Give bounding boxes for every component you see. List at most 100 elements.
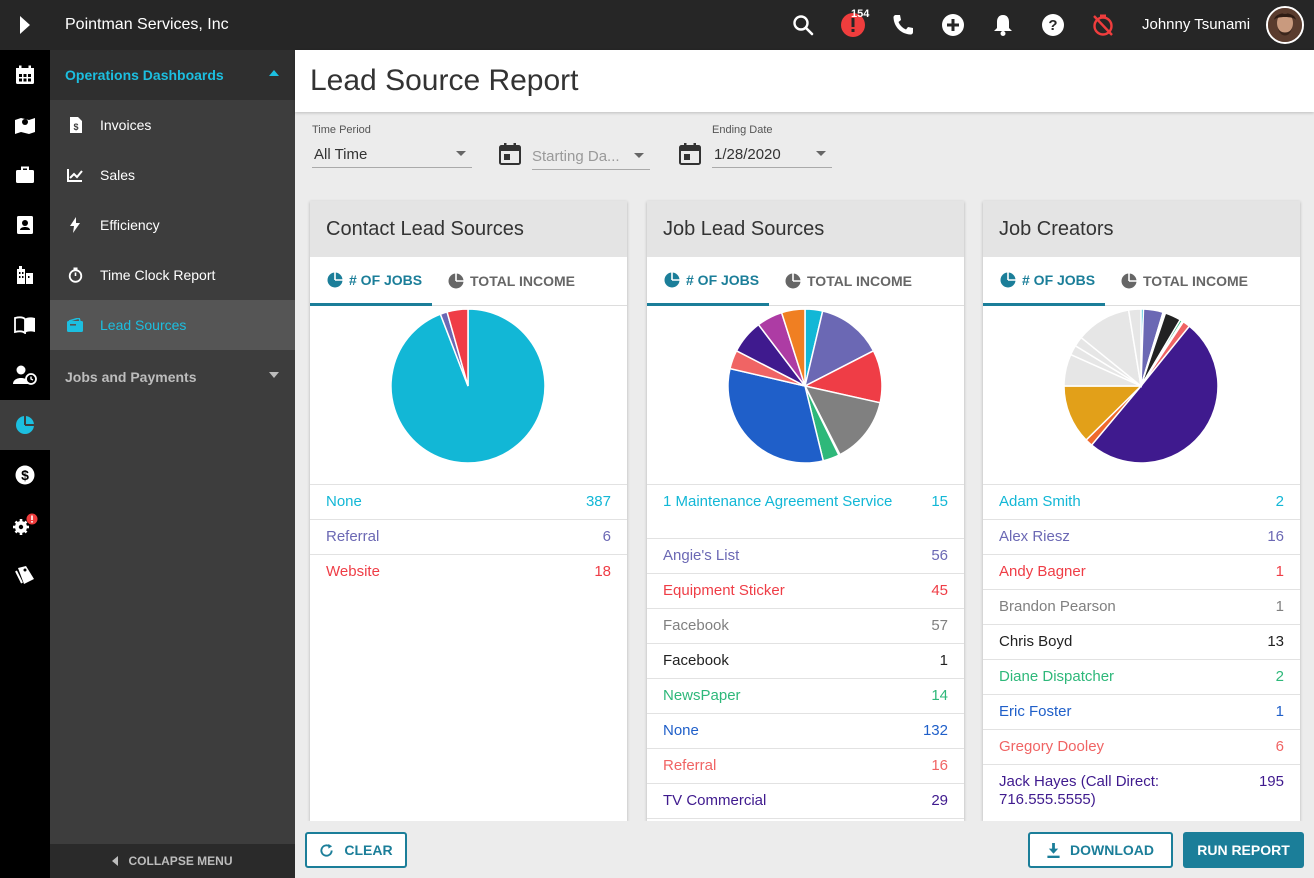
avatar[interactable] bbox=[1266, 6, 1304, 44]
list-item-value: 15 bbox=[931, 493, 948, 510]
tab-label: TOTAL INCOME bbox=[470, 273, 575, 289]
list-item[interactable]: Angie's List 56 bbox=[647, 538, 964, 573]
collapse-menu-button[interactable]: COLLAPSE MENU bbox=[50, 844, 295, 878]
start-date-calendar-icon[interactable] bbox=[498, 142, 522, 171]
list-item-value: 6 bbox=[602, 528, 611, 545]
tab-total-income[interactable]: TOTAL INCOME bbox=[448, 257, 575, 305]
list-item[interactable]: Alex Riesz 16 bbox=[983, 519, 1300, 554]
sidebar-item-lead-sources[interactable]: Lead Sources bbox=[50, 300, 295, 350]
rail-user-clock[interactable] bbox=[0, 350, 50, 400]
tab-number-of-jobs[interactable]: # OF JOBS bbox=[647, 257, 769, 306]
list-item-label: Gregory Dooley bbox=[999, 738, 1105, 755]
operations-dashboards-header[interactable]: Operations Dashboards bbox=[50, 50, 295, 100]
list-item[interactable]: Facebook 1 bbox=[647, 643, 964, 678]
list-item[interactable]: Brandon Pearson 1 bbox=[983, 589, 1300, 624]
rail-map[interactable] bbox=[0, 100, 50, 150]
plus-icon[interactable] bbox=[938, 10, 968, 40]
card-tabs: # OF JOBS TOTAL INCOME bbox=[647, 257, 964, 306]
lead-icon bbox=[66, 315, 84, 335]
clear-button[interactable]: CLEAR bbox=[305, 832, 407, 868]
run-report-button[interactable]: RUN REPORT bbox=[1183, 832, 1304, 868]
list-item[interactable]: Gregory Dooley 6 bbox=[983, 729, 1300, 764]
list-item[interactable]: Adam Smith 2 bbox=[983, 484, 1300, 519]
phone-icon[interactable] bbox=[888, 10, 918, 40]
action-bar: CLEAR DOWNLOAD RUN REPORT bbox=[295, 821, 1314, 878]
pie-chart-icon bbox=[327, 272, 343, 288]
rail-settings[interactable] bbox=[0, 500, 50, 550]
sidebar-item-sales[interactable]: Sales bbox=[50, 150, 295, 200]
tab-label: # OF JOBS bbox=[1022, 272, 1096, 288]
dropdown-arrow-icon bbox=[816, 151, 826, 156]
list-item-value: 195 bbox=[1258, 773, 1284, 790]
list-item[interactable]: Diane Dispatcher 2 bbox=[983, 659, 1300, 694]
tab-total-income[interactable]: TOTAL INCOME bbox=[785, 257, 912, 305]
stopwatch-off-icon[interactable] bbox=[1088, 10, 1118, 40]
rail-briefcase[interactable] bbox=[0, 150, 50, 200]
sidebar-item-label: Time Clock Report bbox=[100, 267, 216, 283]
tab-label: TOTAL INCOME bbox=[1143, 273, 1248, 289]
list-item[interactable]: 1 Maintenance Agreement Service 15 bbox=[647, 484, 964, 538]
help-icon[interactable]: ? bbox=[1038, 10, 1068, 40]
dropdown-arrow-icon bbox=[456, 151, 466, 156]
list-item[interactable]: None 387 bbox=[310, 484, 627, 519]
dropdown-arrow-icon bbox=[634, 153, 644, 158]
list-item[interactable]: Referral 16 bbox=[647, 748, 964, 783]
rail-calendar[interactable] bbox=[0, 50, 50, 100]
list-item[interactable]: Eric Foster 1 bbox=[983, 694, 1300, 729]
page-title: Lead Source Report bbox=[310, 64, 579, 97]
sidebar-item-label: Lead Sources bbox=[100, 317, 187, 333]
rail-contacts[interactable] bbox=[0, 200, 50, 250]
list-item-label: Diane Dispatcher bbox=[999, 668, 1115, 685]
user-name[interactable]: Johnny Tsunami bbox=[1142, 0, 1250, 50]
list-item[interactable]: Referral 6 bbox=[310, 519, 627, 554]
rail-book[interactable] bbox=[0, 300, 50, 350]
starting-date-select[interactable]: Starting Da... bbox=[532, 146, 650, 170]
list-item-label: None bbox=[326, 493, 362, 510]
sidebar-item-efficiency[interactable]: Efficiency bbox=[50, 200, 295, 250]
bell-icon[interactable] bbox=[988, 10, 1018, 40]
list-item[interactable]: Equipment Sticker 45 bbox=[647, 573, 964, 608]
collapse-menu-label: COLLAPSE MENU bbox=[128, 854, 233, 868]
list-item-value: 132 bbox=[922, 722, 948, 739]
card-tabs: # OF JOBS TOTAL INCOME bbox=[983, 257, 1300, 306]
tab-total-income[interactable]: TOTAL INCOME bbox=[1121, 257, 1248, 305]
tab-label: # OF JOBS bbox=[349, 272, 423, 288]
pie-chart-icon bbox=[448, 273, 464, 289]
caret-up-icon bbox=[269, 70, 279, 76]
list-item[interactable]: None 132 bbox=[647, 713, 964, 748]
download-icon bbox=[1047, 842, 1060, 858]
rail-payments[interactable]: $ bbox=[0, 450, 50, 500]
list-item[interactable]: TV Commercial 29 bbox=[647, 783, 964, 818]
sidebar-item-time-clock-report[interactable]: Time Clock Report bbox=[50, 250, 295, 300]
list-item[interactable]: Facebook 57 bbox=[647, 608, 964, 643]
list-item-label: Alex Riesz bbox=[999, 528, 1070, 545]
time-period-select[interactable]: All Time bbox=[312, 144, 472, 168]
list-item[interactable]: Chris Boyd 13 bbox=[983, 624, 1300, 659]
list-item[interactable]: Jack Hayes (Call Direct: 716.555.5555) 19… bbox=[983, 764, 1300, 818]
rail-tags[interactable] bbox=[0, 550, 50, 600]
list-item-value: 16 bbox=[1267, 528, 1284, 545]
card-title: Job Lead Sources bbox=[647, 201, 964, 257]
lead-list: Adam Smith 2 Alex Riesz 16 Andy Bagner 1 Brand… bbox=[983, 484, 1300, 818]
end-date-calendar-icon[interactable] bbox=[678, 142, 702, 171]
sidebar-item-invoices[interactable]: $ Invoices bbox=[50, 100, 295, 150]
tab-number-of-jobs[interactable]: # OF JOBS bbox=[983, 257, 1105, 306]
map-icon bbox=[15, 118, 35, 134]
list-item-value: 2 bbox=[1275, 493, 1284, 510]
rail-dashboards[interactable] bbox=[0, 400, 50, 450]
pie-chart bbox=[1063, 308, 1219, 464]
list-item[interactable]: Website 18 bbox=[310, 554, 627, 589]
ending-date-select[interactable]: 1/28/2020 bbox=[712, 144, 832, 168]
lead-list: 1 Maintenance Agreement Service 15 Angie's… bbox=[647, 484, 964, 821]
expand-menu-button[interactable] bbox=[0, 0, 50, 50]
tab-number-of-jobs[interactable]: # OF JOBS bbox=[310, 257, 432, 306]
list-item[interactable]: Andy Bagner 1 bbox=[983, 554, 1300, 589]
company-name[interactable]: Pointman Services, Inc bbox=[65, 0, 229, 50]
jobs-and-payments-header[interactable]: Jobs and Payments bbox=[50, 352, 295, 402]
list-item[interactable]: NewsPaper 14 bbox=[647, 678, 964, 713]
download-button[interactable]: DOWNLOAD bbox=[1028, 832, 1173, 868]
search-icon[interactable] bbox=[788, 10, 818, 40]
run-report-label: RUN REPORT bbox=[1197, 842, 1290, 858]
sidebar-item-label: Sales bbox=[100, 167, 136, 183]
rail-buildings[interactable] bbox=[0, 250, 50, 300]
